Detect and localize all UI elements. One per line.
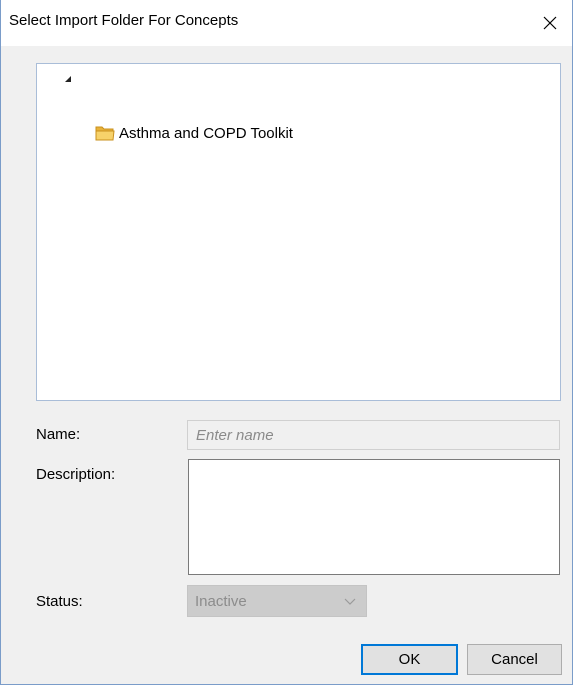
name-label: Name: [36,426,81,443]
status-selected-value: Inactive [195,592,247,610]
cancel-button[interactable]: Cancel [467,644,562,675]
expanded-triangle-icon[interactable] [64,75,72,83]
description-textarea[interactable] [188,459,560,575]
dialog-title: Select Import Folder For Concepts [9,12,239,29]
status-label: Status: [36,593,83,610]
folder-icon [95,126,115,141]
tree-node-label: Asthma and COPD Toolkit [119,124,293,142]
folder-tree[interactable]: Asthma and COPD Toolkit [36,63,561,401]
name-input[interactable] [187,420,560,450]
status-dropdown[interactable]: Inactive [187,585,367,617]
chevron-down-icon [344,598,356,605]
title-bar: Select Import Folder For Concepts [1,0,572,46]
close-button[interactable] [528,0,572,46]
dialog-window: Select Import Folder For Concepts Asthma… [0,0,573,685]
description-label: Description: [36,466,116,483]
ok-button-label: OK [398,651,421,668]
ok-button[interactable]: OK [361,644,458,675]
cancel-button-label: Cancel [491,651,538,668]
tree-node-asthma-copd[interactable]: Asthma and COPD Toolkit [95,122,293,144]
close-icon [543,16,557,30]
